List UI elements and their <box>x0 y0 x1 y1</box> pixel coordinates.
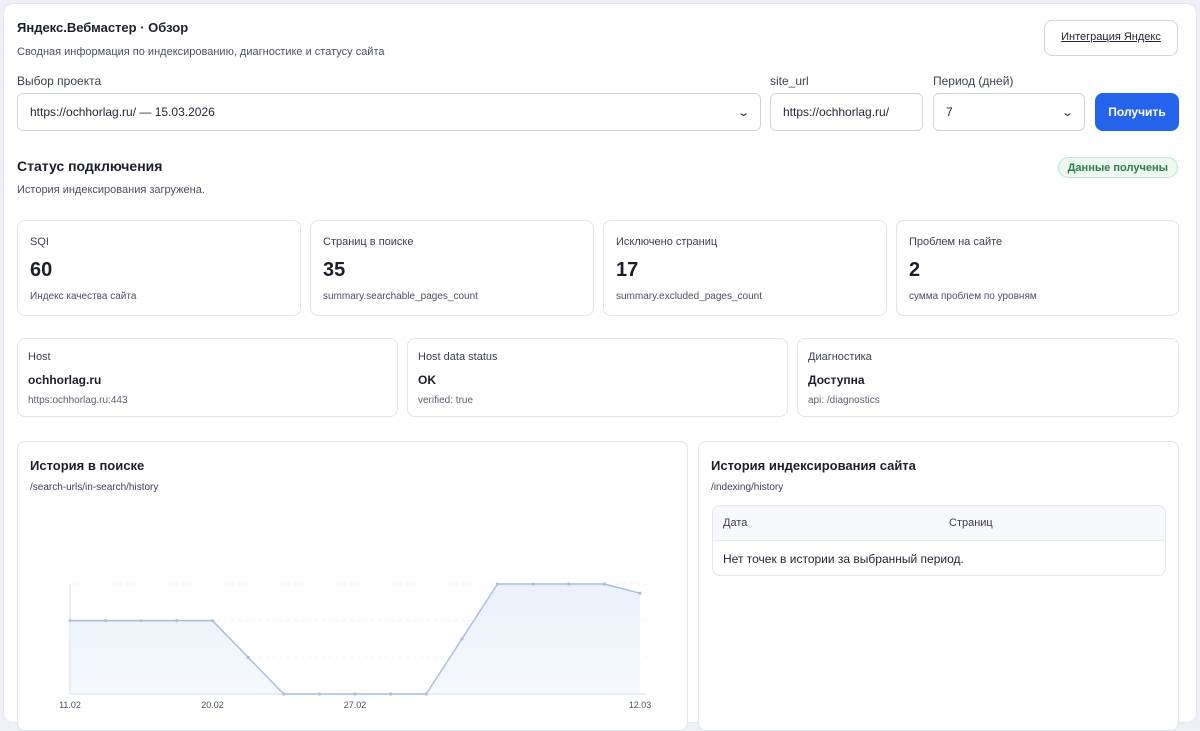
stat-caption: summary.excluded_pages_count <box>616 291 763 302</box>
project-select-value: https://ochhorlag.ru/ — 15.03.2026 <box>30 105 215 119</box>
status-badge: Данные получены <box>1057 157 1178 178</box>
connection-status-subtitle: История индексирования загружена. <box>17 184 205 196</box>
chart-point <box>175 619 179 623</box>
chart-area <box>70 584 640 694</box>
chart-point <box>317 692 321 696</box>
column-header-pages: Страниц <box>949 517 993 529</box>
site-url-label: site_url <box>770 74 809 88</box>
chevron-down-icon: ⌄ <box>736 106 750 119</box>
integration-button[interactable]: Интеграция Яндекс <box>1044 20 1178 56</box>
chart-x-tick-label: 27.02 <box>344 700 367 710</box>
stat-card-excluded: Исключено страниц 17 summary.excluded_pa… <box>603 220 887 316</box>
chart-point <box>353 692 357 696</box>
empty-state-text: Нет точек в истории за выбранный период. <box>723 552 964 566</box>
indexing-history-panel: История индексирования сайта /indexing/h… <box>698 441 1179 731</box>
chart-point <box>460 637 464 641</box>
project-label: Выбор проекта <box>17 74 102 88</box>
info-label: Host <box>28 351 51 363</box>
chart-point <box>531 582 535 586</box>
connection-status-title: Статус подключения <box>17 158 163 174</box>
info-label: Host data status <box>418 351 498 363</box>
integration-button-label: Интеграция Яндекс <box>1061 30 1161 43</box>
page-title: Яндекс.Вебмастер · Обзор <box>17 20 189 35</box>
stat-caption: summary.searchable_pages_count <box>323 291 478 302</box>
chart-x-tick-label: 20.02 <box>201 700 224 710</box>
period-select[interactable]: 7 ⌄ <box>933 93 1085 131</box>
info-caption: https:ochhorlag.ru:443 <box>28 395 128 406</box>
stat-card-sqi: SQI 60 Индекс качества сайта <box>17 220 301 316</box>
info-card-host: Host ochhorlag.ru https:ochhorlag.ru:443 <box>17 338 398 417</box>
chart-point <box>602 582 606 586</box>
info-caption: verified: true <box>418 395 474 406</box>
info-card-diagnostics: Диагностика Доступна api: /diagnostics <box>797 338 1179 417</box>
chevron-down-icon: ⌄ <box>1060 106 1074 119</box>
search-history-chart: 11.02 20.02 27.02 12.03 <box>59 582 652 710</box>
stat-card-problems: Проблем на сайте 2 сумма проблем по уров… <box>896 220 1179 316</box>
chart-point <box>424 692 428 696</box>
webmaster-overview-page: Яндекс.Вебмастер · Обзор Сводная информа… <box>3 3 1197 731</box>
info-value: Доступна <box>808 373 865 387</box>
stat-caption: Индекс качества сайта <box>30 291 137 302</box>
indexing-history-table: Дата Страниц Нет точек в истории за выбр… <box>712 505 1166 576</box>
chart-point <box>495 582 500 586</box>
column-header-date: Дата <box>723 517 748 529</box>
stat-card-searchable: Страниц в поиске 35 summary.searchable_p… <box>310 220 594 316</box>
chart-point <box>139 619 143 623</box>
chart-point <box>638 591 642 595</box>
stat-value: 2 <box>909 259 921 281</box>
stat-label: Исключено страниц <box>616 236 718 248</box>
chart-point <box>389 692 393 696</box>
info-label: Диагностика <box>808 351 872 363</box>
stat-label: Проблем на сайте <box>909 236 1003 248</box>
indexing-history-subtitle: /indexing/history <box>711 482 784 493</box>
stat-label: SQI <box>30 236 49 248</box>
project-select[interactable]: https://ochhorlag.ru/ — 15.03.2026 ⌄ <box>17 93 761 131</box>
chart-point <box>246 655 250 659</box>
stat-caption: сумма проблем по уровням <box>909 291 1037 302</box>
chart-point <box>210 619 215 623</box>
stat-value: 17 <box>616 259 639 281</box>
submit-button[interactable]: Получить <box>1095 93 1179 131</box>
chart-x-tick-label: 12.03 <box>629 700 652 710</box>
period-select-value: 7 <box>946 105 953 119</box>
info-value: OK <box>418 373 436 387</box>
info-card-host-status: Host data status OK verified: true <box>407 338 788 417</box>
period-label: Период (дней) <box>933 74 1014 88</box>
chart-point <box>282 692 286 696</box>
stat-value: 35 <box>323 259 346 281</box>
chart-point <box>567 582 571 586</box>
chart-point <box>68 619 72 623</box>
info-value: ochhorlag.ru <box>28 373 102 387</box>
stat-label: Страниц в поиске <box>323 236 414 248</box>
page-subtitle: Сводная информация по индексированию, ди… <box>17 46 385 58</box>
indexing-history-title: История индексирования сайта <box>711 458 916 473</box>
chart-point <box>104 619 108 623</box>
chart-x-tick-label: 11.02 <box>59 700 81 710</box>
site-url-value: https://ochhorlag.ru/ <box>783 105 890 119</box>
table-header: Дата Страниц <box>713 506 1165 541</box>
info-caption: api: /diagnostics <box>808 395 880 406</box>
site-url-input[interactable]: https://ochhorlag.ru/ <box>770 93 923 131</box>
search-history-panel: История в поиске /search-urls/in-search/… <box>17 441 688 731</box>
stat-value: 60 <box>30 259 53 281</box>
